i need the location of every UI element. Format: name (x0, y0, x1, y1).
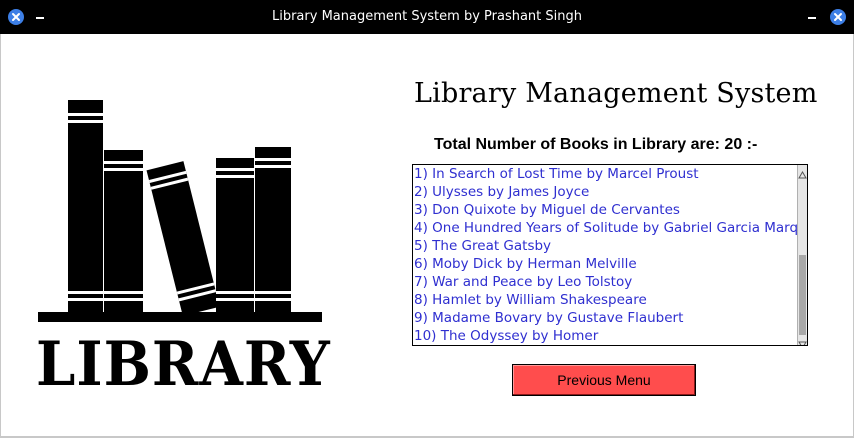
vertical-scrollbar[interactable] (797, 165, 807, 345)
list-item[interactable]: 3) Don Quixote by Miguel de Cervantes (413, 201, 799, 219)
list-item[interactable]: 1) In Search of Lost Time by Marcel Prou… (413, 165, 799, 183)
list-item[interactable]: 6) Moby Dick by Herman Melville (413, 255, 799, 273)
library-logo: LIBRARY (36, 96, 331, 401)
scrollbar-thumb[interactable] (799, 255, 806, 335)
list-item[interactable]: 10) The Odyssey by Homer (413, 327, 799, 345)
window-title: Library Management System by Prashant Si… (271, 9, 582, 24)
scroll-down-icon[interactable] (798, 335, 807, 345)
list-item[interactable]: 4) One Hundred Years of Solitude by Gabr… (413, 219, 799, 237)
list-item[interactable]: 5) The Great Gatsby (413, 237, 799, 255)
list-item[interactable]: 7) War and Peace by Leo Tolstoy (413, 273, 799, 291)
book-count-label: Total Number of Books in Library are: 20… (434, 136, 758, 153)
minimize-icon[interactable] (808, 17, 816, 19)
list-item[interactable]: 9) Madame Bovary by Gustave Flaubert (413, 309, 799, 327)
previous-menu-button[interactable]: Previous Menu (512, 364, 696, 396)
book-listbox[interactable]: 1) In Search of Lost Time by Marcel Prou… (412, 164, 808, 346)
logo-text: LIBRARY (36, 328, 331, 401)
window-titlebar: Library Management System by Prashant Si… (0, 0, 854, 34)
close-icon[interactable] (830, 9, 846, 25)
book-list: 1) In Search of Lost Time by Marcel Prou… (413, 165, 799, 345)
list-item[interactable]: 2) Ulysses by James Joyce (413, 183, 799, 201)
scroll-up-icon[interactable] (798, 165, 807, 179)
list-item[interactable]: 8) Hamlet by William Shakespeare (413, 291, 799, 309)
page-title: Library Management System (414, 78, 818, 109)
